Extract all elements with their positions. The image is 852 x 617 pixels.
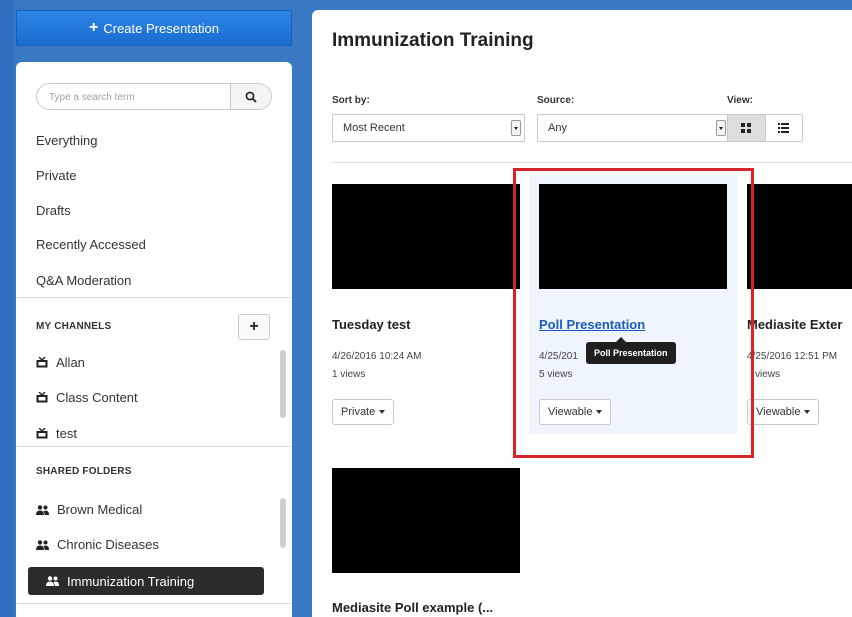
search-button[interactable] — [230, 84, 271, 109]
users-icon — [36, 504, 49, 515]
card-thumbnail[interactable] — [332, 184, 520, 289]
my-channels-heading: MY CHANNELS — [36, 321, 112, 332]
create-presentation-label: Create Presentation — [103, 20, 219, 36]
tooltip: Poll Presentation — [586, 337, 676, 364]
sidebar-item-qa-moderation[interactable]: Q&A Moderation — [36, 273, 131, 288]
caret-down-icon — [379, 410, 386, 414]
grid-view-button[interactable] — [728, 115, 766, 141]
card-views: 5 views — [539, 369, 573, 380]
channels-scrollbar[interactable] — [280, 350, 286, 418]
status-label: Private — [341, 406, 376, 418]
card-views: views — [755, 369, 781, 380]
chevron-down-icon — [716, 120, 726, 136]
channel-item-test[interactable]: test — [36, 426, 77, 441]
folder-item-immunization-training[interactable]: Immunization Training — [28, 567, 264, 595]
list-icon — [778, 123, 790, 133]
card-title-link[interactable]: Poll Presentation — [539, 317, 645, 332]
search-input[interactable] — [47, 87, 231, 108]
card-date: 4/25/2016 12:51 PM — [747, 351, 838, 362]
sidebar: Everything Private Drafts Recently Acces… — [16, 62, 292, 617]
tv-icon — [36, 392, 48, 403]
folder-item-brown-medical[interactable]: Brown Medical — [36, 502, 142, 517]
channel-item-class-content[interactable]: Class Content — [36, 390, 138, 405]
folder-item-chronic-diseases[interactable]: Chronic Diseases — [36, 537, 159, 552]
chevron-down-icon — [511, 120, 521, 136]
source-label: Source: — [537, 95, 575, 106]
card-title[interactable]: Mediasite Poll example (... — [332, 600, 493, 615]
channel-label: test — [56, 426, 77, 441]
channel-label: Class Content — [56, 390, 138, 405]
divider — [16, 297, 292, 298]
sort-select[interactable]: Most Recent — [332, 114, 525, 142]
card-title[interactable]: Mediasite Exter — [747, 317, 842, 332]
caret-down-icon — [804, 410, 811, 414]
channel-item-allan[interactable]: Allan — [36, 355, 85, 370]
status-label: Viewable — [548, 406, 593, 418]
sort-label: Sort by: — [332, 95, 370, 106]
sidebar-item-recently-accessed[interactable]: Recently Accessed — [36, 237, 146, 252]
sidebar-item-drafts[interactable]: Drafts — [36, 203, 71, 218]
caret-down-icon — [596, 410, 603, 414]
left-edge — [0, 0, 14, 617]
plus-icon: + — [89, 19, 99, 36]
plus-icon: + — [249, 318, 259, 335]
page-title: Immunization Training — [332, 30, 534, 51]
folder-label: Immunization Training — [67, 573, 195, 589]
folders-scrollbar[interactable] — [280, 498, 286, 548]
folder-label: Chronic Diseases — [57, 537, 159, 552]
sidebar-item-private[interactable]: Private — [36, 168, 76, 183]
status-dropdown[interactable]: Viewable — [747, 399, 820, 425]
channel-label: Allan — [56, 355, 85, 370]
card-thumbnail[interactable] — [539, 184, 727, 289]
add-channel-button[interactable]: + — [238, 314, 270, 340]
create-presentation-button[interactable]: + Create Presentation — [16, 10, 292, 46]
source-value: Any — [548, 122, 567, 134]
folder-label: Brown Medical — [57, 502, 143, 517]
tv-icon — [36, 428, 48, 439]
card-thumbnail[interactable] — [332, 468, 520, 573]
search-box — [36, 83, 272, 110]
card-date: 4/25/201 — [539, 351, 578, 362]
card-views: 1 views — [332, 369, 366, 380]
status-dropdown[interactable]: Private — [332, 399, 395, 425]
grid-icon — [741, 123, 752, 133]
divider — [16, 446, 292, 447]
source-select[interactable]: Any — [537, 114, 730, 142]
shared-folders-heading: SHARED FOLDERS — [36, 466, 132, 477]
users-icon — [36, 539, 49, 550]
card-title[interactable]: Tuesday test — [332, 317, 411, 332]
divider — [16, 603, 292, 604]
search-icon — [245, 91, 257, 103]
main-panel: Immunization Training Sort by: Most Rece… — [312, 10, 852, 617]
divider — [332, 162, 852, 163]
card-thumbnail[interactable] — [747, 184, 852, 289]
tv-icon — [36, 357, 48, 368]
status-label: Viewable — [756, 406, 801, 418]
card-date: 4/26/2016 10:24 AM — [332, 351, 422, 362]
status-dropdown[interactable]: Viewable — [539, 399, 612, 425]
list-view-button[interactable] — [766, 115, 803, 141]
sidebar-item-everything[interactable]: Everything — [36, 133, 97, 148]
view-label: View: — [727, 95, 753, 106]
view-toggle — [727, 114, 803, 142]
users-icon — [46, 576, 59, 586]
sort-value: Most Recent — [343, 122, 405, 134]
